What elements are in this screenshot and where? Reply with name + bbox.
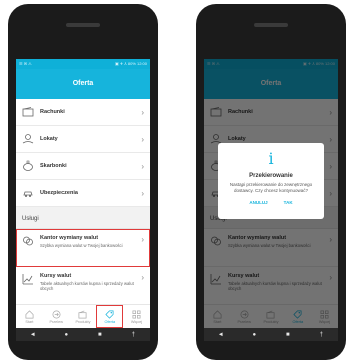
recents-icon[interactable]: ■ xyxy=(93,332,107,338)
android-nav-bar: ◄ ● ■ † xyxy=(16,328,150,341)
menu-item-ubezpieczenia[interactable]: Ubezpieczenia › xyxy=(16,180,150,207)
back-icon[interactable]: ◄ xyxy=(26,332,40,338)
tab-bar: Start Przelew Produkty Oferta Więcej xyxy=(16,304,150,328)
service-item-kantor[interactable]: Kantor wymiany walut Szybka wymiana walu… xyxy=(16,229,150,267)
speaker xyxy=(66,23,100,27)
tab-label: Produkty xyxy=(75,319,91,324)
home-button-icon[interactable]: ● xyxy=(247,332,261,338)
service-subtitle: Szybka wymiana walut w Twojej bankowości xyxy=(40,243,123,248)
phone-left: ☰ ✉ ⚠ ▣ ✈ ⅄ 80% 12:00 Oferta Rachunki › … xyxy=(8,4,158,360)
piggy-bank-icon xyxy=(22,160,34,172)
accessibility-icon[interactable]: † xyxy=(126,332,140,338)
chevron-right-icon: › xyxy=(141,161,144,171)
page-title: Oferta xyxy=(16,69,150,99)
info-icon: i xyxy=(268,149,274,168)
dialog-message: Nastąpi przekierowanie do zewnętrznego d… xyxy=(229,182,313,193)
wallet-icon xyxy=(22,106,34,118)
chevron-right-icon: › xyxy=(141,107,144,117)
wallet-icon xyxy=(79,310,87,318)
chevron-right-icon: › xyxy=(141,273,144,282)
tab-produkty[interactable]: Produkty xyxy=(70,305,97,328)
status-left: ☰ ✉ ⚠ xyxy=(19,61,32,66)
chevron-right-icon: › xyxy=(141,188,144,198)
recents-icon[interactable]: ■ xyxy=(281,332,295,338)
menu-item-label: Lokaty xyxy=(40,136,58,142)
section-title: Usługi xyxy=(16,207,150,229)
phone-right: ☰ ✉ ⚠ ▣ ✈ ⅄ 80% 12:00 Oferta Rachunki › … xyxy=(196,4,346,360)
cancel-button[interactable]: ANULUJ xyxy=(249,200,267,205)
service-title: Kantor wymiany walut xyxy=(40,235,99,241)
accessibility-icon[interactable]: † xyxy=(314,332,328,338)
redirect-dialog: i Przekierowanie Nastąpi przekierowanie … xyxy=(218,143,324,219)
currency-exchange-icon xyxy=(22,235,34,247)
tab-label: Więcej xyxy=(130,319,143,324)
tab-label: Przelew xyxy=(49,319,63,324)
chart-icon xyxy=(22,273,34,285)
confirm-button[interactable]: TAK xyxy=(284,200,293,205)
tab-label: Oferta xyxy=(104,319,116,324)
menu-item-lokaty[interactable]: Lokaty › xyxy=(16,126,150,153)
menu-item-skarbonki[interactable]: Skarbonki › xyxy=(16,153,150,180)
menu-item-label: Skarbonki xyxy=(40,163,67,169)
dialog-title: Przekierowanie xyxy=(249,173,293,179)
chevron-right-icon: › xyxy=(141,235,144,244)
transfer-icon xyxy=(52,310,61,318)
tab-wiecej[interactable]: Więcej xyxy=(123,305,150,328)
coins-hand-icon xyxy=(22,133,34,145)
menu-item-label: Ubezpieczenia xyxy=(40,190,78,196)
screen: ☰ ✉ ⚠ ▣ ✈ ⅄ 80% 12:00 Oferta Rachunki › … xyxy=(16,59,150,341)
menu-item-label: Rachunki xyxy=(40,109,65,115)
tab-start[interactable]: Start xyxy=(16,305,43,328)
home-icon xyxy=(25,309,34,318)
tab-przelew[interactable]: Przelew xyxy=(43,305,70,328)
speaker xyxy=(254,23,288,27)
chevron-right-icon: › xyxy=(141,134,144,144)
tag-icon xyxy=(105,310,114,319)
tab-oferta[interactable]: Oferta xyxy=(96,305,123,328)
android-nav-bar: ◄ ● ■ † xyxy=(204,328,338,341)
car-shield-icon xyxy=(22,187,34,199)
service-title: Kursy walut xyxy=(40,273,72,279)
service-item-kursy[interactable]: Kursy walut Tabele aktualnych kursów kup… xyxy=(16,267,150,305)
tab-label: Start xyxy=(25,319,34,324)
screen: ☰ ✉ ⚠ ▣ ✈ ⅄ 80% 12:00 Oferta Rachunki › … xyxy=(204,59,338,341)
home-button-icon[interactable]: ● xyxy=(59,332,73,338)
status-right: ▣ ✈ ⅄ 80% 12:00 xyxy=(114,61,147,66)
back-icon[interactable]: ◄ xyxy=(214,332,228,338)
menu-item-rachunki[interactable]: Rachunki › xyxy=(16,99,150,126)
service-subtitle: Tabele aktualnych kursów kupna i sprzeda… xyxy=(40,281,134,291)
grid-icon xyxy=(132,310,141,318)
status-bar: ☰ ✉ ⚠ ▣ ✈ ⅄ 80% 12:00 xyxy=(16,59,150,69)
